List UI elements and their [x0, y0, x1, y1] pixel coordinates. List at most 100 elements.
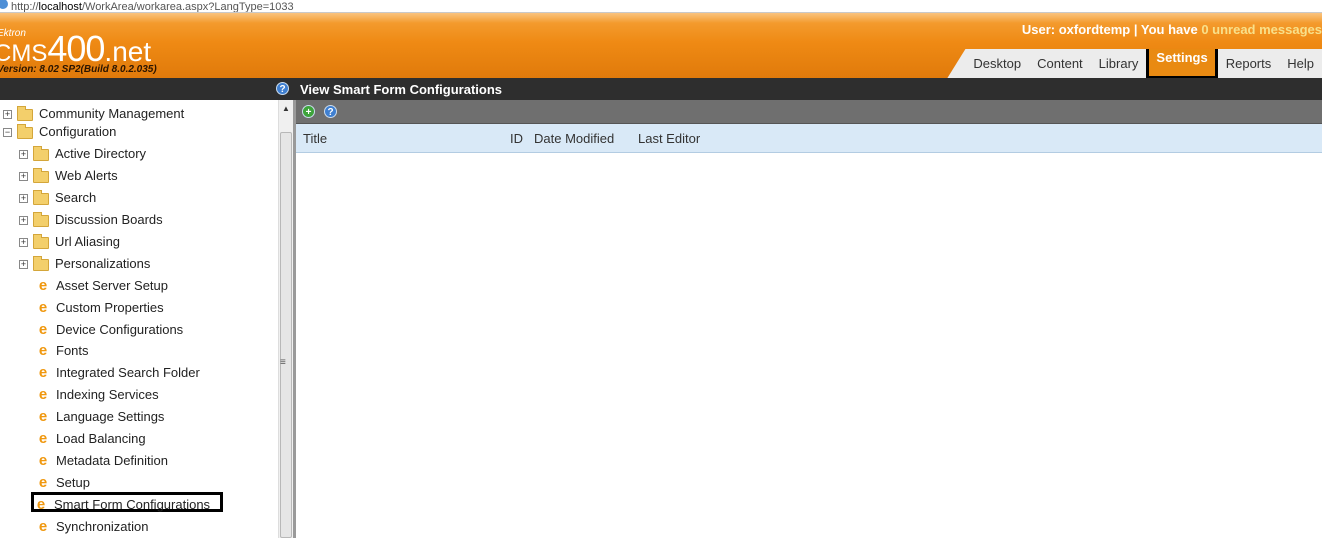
tree-item-active-directory[interactable]: + Active Directory [19, 144, 146, 164]
ektron-page-icon: e [38, 364, 48, 381]
ektron-page-icon: e [38, 386, 48, 403]
splitter-grip-icon[interactable]: ≡ [280, 357, 286, 368]
tree-item-asset-server-setup[interactable]: e Asset Server Setup [36, 276, 168, 296]
folder-icon [33, 233, 49, 249]
tree-item-search[interactable]: + Search [19, 188, 96, 208]
tree-item-label: Asset Server Setup [56, 278, 168, 293]
url-path: /WorkArea/workarea.aspx?LangType=1033 [81, 1, 294, 13]
unread-messages-link[interactable]: 0 unread messages [1201, 22, 1322, 37]
tab-content[interactable]: Content [1029, 49, 1091, 78]
collapse-icon[interactable]: − [3, 128, 12, 138]
tab-library[interactable]: Library [1091, 49, 1147, 78]
tree-item-smart-form-configurations[interactable]: e Smart Form Configurations [31, 492, 224, 513]
ektron-page-icon: e [38, 452, 48, 469]
ektron-page-icon: e [38, 342, 48, 359]
url-prefix: http:// [11, 1, 39, 13]
tree-item-indexing-services[interactable]: e Indexing Services [36, 385, 159, 405]
address-bar[interactable]: http://localhost/WorkArea/workarea.aspx?… [0, 0, 1322, 13]
folder-icon [33, 211, 49, 227]
tree-item-integrated-search-folder[interactable]: e Integrated Search Folder [36, 363, 200, 383]
ektron-page-icon: e [38, 321, 48, 338]
scroll-up-arrow-icon[interactable]: ▲ [282, 104, 290, 113]
tree-item-custom-properties[interactable]: e Custom Properties [36, 298, 164, 318]
logo-number: 400 [47, 28, 105, 69]
ektron-page-icon: e [38, 299, 48, 316]
tree-item-web-alerts[interactable]: + Web Alerts [19, 166, 118, 186]
folder-icon [33, 167, 49, 183]
results-table-body [296, 153, 1322, 538]
tree-item-personalizations[interactable]: + Personalizations [19, 254, 150, 274]
expand-icon[interactable]: + [19, 238, 28, 248]
tree-item-label: Web Alerts [55, 168, 118, 183]
tree-item-label: Personalizations [55, 256, 151, 271]
expand-icon[interactable]: + [19, 260, 28, 270]
folder-icon [33, 145, 49, 161]
expand-icon[interactable]: + [3, 110, 12, 120]
tree-item-label: Discussion Boards [55, 212, 163, 227]
tree-item-label: Synchronization [56, 519, 149, 534]
tab-help[interactable]: Help [1279, 49, 1322, 78]
version-text: Version: 8.02 SP2(Build 8.0.2.035) [0, 64, 157, 75]
expand-icon[interactable]: + [19, 172, 28, 182]
logo-cms: CMS [0, 40, 48, 67]
tree-item-metadata-definition[interactable]: e Metadata Definition [36, 451, 168, 471]
tree-item-fonts[interactable]: e Fonts [36, 341, 89, 361]
folder-icon [17, 123, 33, 139]
tree-item-configuration[interactable]: − Configuration [3, 122, 116, 142]
help-icon[interactable]: ? [276, 82, 289, 95]
tree-item-label: Language Settings [56, 409, 165, 424]
main-nav-tabs: Desktop Content Library Settings Reports… [947, 49, 1322, 78]
user-text: User: oxfordtemp | You have [1021, 22, 1202, 37]
ektron-page-icon: e [38, 430, 48, 447]
page-title: View Smart Form Configurations [300, 82, 503, 97]
expand-icon[interactable]: + [19, 194, 28, 204]
tree-item-community-management[interactable]: + Community Management [3, 104, 184, 124]
help-icon[interactable]: ? [324, 105, 337, 118]
tree-item-label: Configuration [39, 124, 117, 139]
tree-scrollbar[interactable]: ▲ [278, 100, 293, 538]
tree-item-setup[interactable]: e Setup [36, 473, 90, 493]
tree-item-label: Fonts [56, 343, 89, 358]
folder-icon [33, 255, 49, 271]
tree-item-label: Indexing Services [56, 387, 159, 402]
tab-reports[interactable]: Reports [1218, 49, 1280, 78]
expand-icon[interactable]: + [19, 150, 28, 160]
tree-item-label: Smart Form Configurations [54, 497, 211, 512]
tree-item-language-settings[interactable]: e Language Settings [36, 407, 165, 427]
folder-icon [17, 105, 33, 121]
add-icon[interactable]: + [302, 105, 315, 118]
app-header: Ektron CMS400.net Version: 8.02 SP2(Buil… [0, 13, 1322, 78]
logo-net: .net [104, 36, 152, 67]
tree-item-label: Active Directory [55, 146, 147, 161]
settings-tree: + Community Management − Configuration + Acti… [0, 100, 278, 538]
tab-desktop[interactable]: Desktop [965, 49, 1029, 78]
tree-item-label: Custom Properties [56, 300, 164, 315]
ektron-page-icon: e [38, 408, 48, 425]
tree-item-synchronization[interactable]: e Synchronization [36, 517, 149, 537]
tree-item-label: Search [55, 190, 97, 205]
content-toolbar: + ? [296, 100, 1322, 124]
tree-item-load-balancing[interactable]: e Load Balancing [36, 429, 146, 449]
tree-item-label: Device Configurations [56, 322, 184, 337]
ektron-page-icon: e [38, 474, 48, 491]
tree-item-device-configurations[interactable]: e Device Configurations [36, 320, 183, 340]
tree-item-label: Community Management [39, 106, 185, 121]
scrollbar-thumb[interactable] [280, 132, 292, 538]
tree-item-url-aliasing[interactable]: + Url Aliasing [19, 232, 120, 252]
column-date-modified[interactable]: Date Modified [534, 131, 614, 146]
ektron-page-icon: e [38, 277, 48, 294]
column-last-editor[interactable]: Last Editor [638, 131, 700, 146]
column-title[interactable]: Title [303, 131, 327, 146]
folder-icon [33, 189, 49, 205]
globe-icon [0, 0, 8, 9]
table-header: Title ID Date Modified Last Editor [296, 124, 1322, 153]
expand-icon[interactable]: + [19, 216, 28, 226]
ektron-page-icon: e [36, 496, 46, 513]
ektron-page-icon: e [38, 518, 48, 535]
page-titlebar: ? View Smart Form Configurations [0, 78, 1322, 100]
url-host: localhost [38, 1, 82, 13]
column-id[interactable]: ID [510, 131, 523, 146]
tree-item-label: Metadata Definition [56, 453, 169, 468]
tab-settings[interactable]: Settings [1146, 49, 1218, 78]
tree-item-discussion-boards[interactable]: + Discussion Boards [19, 210, 163, 230]
